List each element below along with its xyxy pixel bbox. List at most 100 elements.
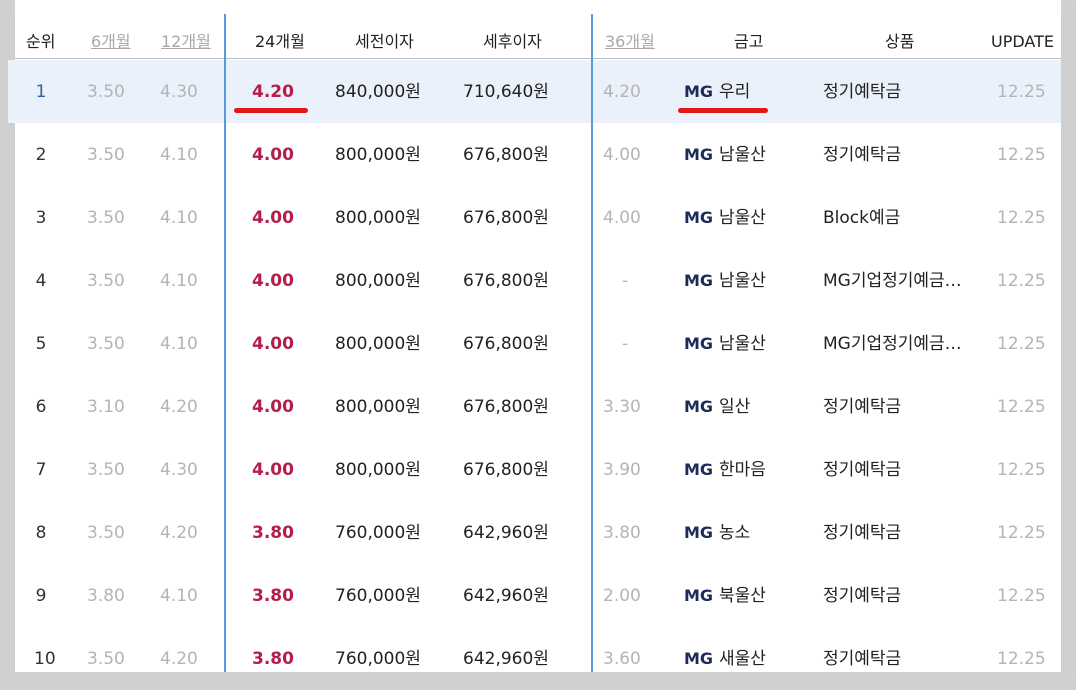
- rate-12m-cell: 4.20: [160, 397, 198, 417]
- update-date-cell: 12.25: [997, 649, 1046, 669]
- rank-cell: 1: [35, 82, 47, 102]
- rate-12m-cell: 4.30: [160, 460, 198, 480]
- rate-12m-cell: 4.20: [160, 649, 198, 669]
- table-row[interactable]: 6 3.10 4.20 4.00 800,000원 676,800원 3.30 정기예탁금 12…: [8, 375, 1061, 438]
- product-link[interactable]: 정기예탁금: [823, 522, 901, 544]
- aftertax-interest-cell: 642,960원: [463, 649, 549, 669]
- column-divider-left: [224, 14, 226, 686]
- product-link[interactable]: MG기업정기예금…: [823, 333, 962, 355]
- col-36m-header[interactable]: 36개월: [605, 31, 655, 53]
- product-link[interactable]: 정기예탁금: [823, 585, 901, 607]
- table-row[interactable]: 2 3.50 4.10 4.00 800,000원 676,800원 4.00 정기예탁금 12…: [8, 123, 1061, 186]
- table-row[interactable]: 8 3.50 4.20 3.80 760,000원 642,960원 3.80 정기예탁금 12…: [8, 501, 1061, 564]
- rank-cell: 5: [35, 334, 47, 354]
- update-date-cell: 12.25: [997, 586, 1046, 606]
- mg-logo-icon: MG: [684, 82, 714, 101]
- table-row[interactable]: 5 3.50 4.10 4.00 800,000원 676,800원 - MG기업정기예금… 1…: [8, 312, 1061, 375]
- col-6m-header[interactable]: 6개월: [91, 31, 131, 53]
- rate-12m-cell: 4.10: [160, 208, 198, 228]
- table-row[interactable]: 4 3.50 4.10 4.00 800,000원 676,800원 - MG기업정기예금… 1…: [8, 249, 1061, 312]
- rate-36m-cell: 2.00: [603, 586, 641, 606]
- column-divider-right: [591, 14, 593, 686]
- product-link[interactable]: 정기예탁금: [823, 81, 901, 103]
- rate-36m-cell: -: [622, 271, 629, 291]
- rate-24m-cell: 4.00: [252, 397, 294, 417]
- bank-name-link[interactable]: 북울산: [719, 585, 766, 607]
- bank-name-link[interactable]: 새울산: [719, 648, 766, 670]
- rate-12m-cell: 4.20: [160, 523, 198, 543]
- product-link[interactable]: Block예금: [823, 207, 900, 229]
- rate-6m-cell: 3.50: [87, 460, 125, 480]
- mg-logo-icon: MG: [684, 208, 714, 227]
- bank-name-link[interactable]: 남울산: [719, 270, 766, 292]
- col-rank-header[interactable]: 순위: [26, 31, 55, 53]
- rate-24m-cell: 4.00: [252, 208, 294, 228]
- update-date-cell: 12.25: [997, 145, 1046, 165]
- rate-36m-cell: 4.00: [603, 208, 641, 228]
- pretax-interest-cell: 760,000원: [335, 649, 421, 669]
- mg-logo-icon: MG: [684, 523, 714, 542]
- aftertax-interest-cell: 676,800원: [463, 145, 549, 165]
- col-aftertax-header[interactable]: 세후이자: [483, 31, 542, 53]
- rank-cell: 6: [35, 397, 47, 417]
- col-12m-header[interactable]: 12개월: [161, 31, 211, 53]
- rank-cell: 4: [35, 271, 47, 291]
- update-date-cell: 12.25: [997, 334, 1046, 354]
- aftertax-interest-cell: 676,800원: [463, 460, 549, 480]
- annotation-underline-rate: [234, 108, 308, 113]
- aftertax-interest-cell: 642,960원: [463, 523, 549, 543]
- rank-cell: 7: [35, 460, 47, 480]
- update-date-cell: 12.25: [997, 271, 1046, 291]
- bank-name-link[interactable]: 농소: [719, 522, 750, 544]
- pretax-interest-cell: 760,000원: [335, 523, 421, 543]
- bank-name-link[interactable]: 한마음: [719, 459, 766, 481]
- pretax-interest-cell: 840,000원: [335, 82, 421, 102]
- rate-6m-cell: 3.80: [87, 586, 125, 606]
- rate-12m-cell: 4.30: [160, 82, 198, 102]
- rate-36m-cell: 3.30: [603, 397, 641, 417]
- table-row[interactable]: 9 3.80 4.10 3.80 760,000원 642,960원 2.00 정기예탁금 12…: [8, 564, 1061, 627]
- mg-logo-icon: MG: [684, 397, 714, 416]
- rate-24m-cell: 4.00: [252, 271, 294, 291]
- product-link[interactable]: 정기예탁금: [823, 459, 901, 481]
- col-update-header[interactable]: UPDATE: [991, 31, 1054, 53]
- mg-logo-icon: MG: [684, 649, 714, 668]
- rate-12m-cell: 4.10: [160, 334, 198, 354]
- rate-12m-cell: 4.10: [160, 586, 198, 606]
- table-row[interactable]: 1 3.50 4.30 4.20 840,000원 710,640원 4.20 정기예탁금 12…: [8, 60, 1061, 123]
- aftertax-interest-cell: 642,960원: [463, 586, 549, 606]
- mg-logo-icon: MG: [684, 334, 714, 353]
- mg-logo-icon: MG: [684, 586, 714, 605]
- col-product-header[interactable]: 상품: [885, 31, 914, 53]
- mg-logo-icon: MG: [684, 460, 714, 479]
- product-link[interactable]: 정기예탁금: [823, 648, 901, 670]
- bank-name-link[interactable]: 남울산: [719, 333, 766, 355]
- col-pretax-header[interactable]: 세전이자: [355, 31, 414, 53]
- col-bank-header[interactable]: 금고: [734, 31, 763, 53]
- rate-24m-cell: 3.80: [252, 649, 294, 669]
- update-date-cell: 12.25: [997, 208, 1046, 228]
- rate-6m-cell: 3.50: [87, 334, 125, 354]
- bank-name-link[interactable]: 남울산: [719, 144, 766, 166]
- rate-6m-cell: 3.50: [87, 271, 125, 291]
- table-row[interactable]: 3 3.50 4.10 4.00 800,000원 676,800원 4.00 Block예금…: [8, 186, 1061, 249]
- pretax-interest-cell: 800,000원: [335, 460, 421, 480]
- rate-6m-cell: 3.10: [87, 397, 125, 417]
- product-link[interactable]: 정기예탁금: [823, 144, 901, 166]
- rate-36m-cell: -: [622, 334, 629, 354]
- product-link[interactable]: 정기예탁금: [823, 396, 901, 418]
- update-date-cell: 12.25: [997, 523, 1046, 543]
- rank-cell: 8: [35, 523, 47, 543]
- mg-logo-icon: MG: [684, 271, 714, 290]
- update-date-cell: 12.25: [997, 82, 1046, 102]
- bank-name-link[interactable]: 남울산: [719, 207, 766, 229]
- product-link[interactable]: MG기업정기예금…: [823, 270, 962, 292]
- bank-name-link[interactable]: 우리: [719, 81, 750, 103]
- table-row[interactable]: 7 3.50 4.30 4.00 800,000원 676,800원 3.90 정기예탁금 12…: [8, 438, 1061, 501]
- rate-36m-cell: 4.20: [603, 82, 641, 102]
- col-24m-header[interactable]: 24개월: [255, 31, 305, 53]
- bank-name-link[interactable]: 일산: [719, 396, 750, 418]
- rate-24m-cell: 4.00: [252, 460, 294, 480]
- update-date-cell: 12.25: [997, 397, 1046, 417]
- pretax-interest-cell: 800,000원: [335, 208, 421, 228]
